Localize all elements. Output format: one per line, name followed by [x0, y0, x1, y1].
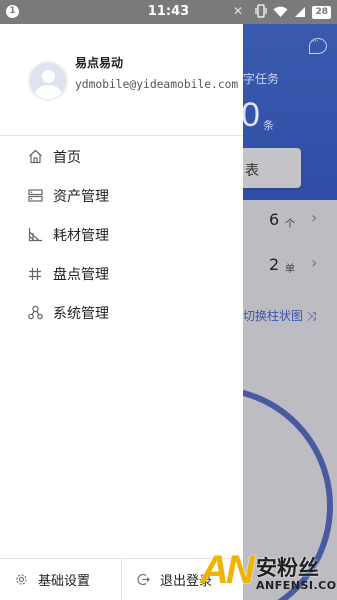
- status-icons: 28: [255, 3, 331, 22]
- background-task-text: 字任务: [243, 72, 280, 86]
- background-app: 字任务 0 条 表 6 个 › 2 单 › 切换柱状图 ⤨: [243, 24, 337, 600]
- settings-button[interactable]: 基础设置: [0, 559, 121, 600]
- signal-icon: [294, 3, 306, 22]
- background-switch-label: 切换柱状图: [243, 309, 304, 323]
- background-count: 0: [243, 96, 260, 134]
- menu-item-asset[interactable]: 资产管理: [0, 176, 243, 215]
- avatar[interactable]: [28, 61, 68, 101]
- background-card-label: 表: [245, 163, 259, 179]
- watermark: AN 安粉丝 ANFENSI.COM: [200, 548, 337, 600]
- chevron-right-icon: ›: [311, 253, 318, 272]
- wifi-icon: [273, 3, 288, 22]
- background-row-unit: 单: [285, 264, 295, 275]
- avatar-body: [35, 85, 62, 99]
- background-switch-chart: 切换柱状图 ⤨: [243, 307, 316, 324]
- user-profile[interactable]: 易点易动 ydmobile@yideamobile.com: [0, 24, 243, 136]
- background-row-value: 6: [269, 210, 280, 229]
- logout-icon: [136, 573, 150, 587]
- menu-item-label: 盘点管理: [53, 266, 109, 283]
- avatar-head: [42, 70, 55, 83]
- background-row: 2 单 ›: [243, 247, 337, 287]
- consumable-icon: [27, 227, 43, 243]
- drawer-menu: 首页 资产管理 耗材管理 盘点管理 系统管理: [0, 137, 243, 332]
- gear-icon: [14, 573, 28, 587]
- inventory-icon: [27, 266, 43, 282]
- chevron-right-icon: ›: [311, 208, 318, 227]
- menu-item-home[interactable]: 首页: [0, 137, 243, 176]
- background-row: 6 个 ›: [243, 202, 337, 242]
- user-email: ydmobile@yideamobile.com: [75, 78, 239, 91]
- background-count-unit: 条: [263, 119, 274, 132]
- watermark-en: ANFENSI.COM: [256, 579, 337, 592]
- menu-item-inventory[interactable]: 盘点管理: [0, 254, 243, 293]
- message-icon: [309, 37, 327, 54]
- background-row-value: 2: [269, 255, 280, 274]
- settings-label: 基础设置: [38, 574, 91, 589]
- menu-item-label: 首页: [53, 149, 81, 166]
- asset-icon: [27, 188, 43, 204]
- menu-item-label: 系统管理: [53, 305, 109, 322]
- battery-icon: 28: [312, 5, 331, 19]
- vibrate-icon: [255, 3, 268, 22]
- mute-icon: ✕: [233, 4, 244, 18]
- watermark-logo: AN: [200, 548, 255, 592]
- status-bar: 1 11:43 ✕ 28: [0, 0, 337, 24]
- background-row-unit: 个: [285, 219, 295, 230]
- user-name: 易点易动: [75, 56, 124, 70]
- menu-item-label: 资产管理: [53, 188, 109, 205]
- watermark-cn: 安粉丝: [256, 556, 319, 580]
- home-icon: [27, 149, 43, 165]
- background-card: 表: [243, 148, 301, 188]
- menu-item-system[interactable]: 系统管理: [0, 293, 243, 332]
- navigation-drawer: 易点易动 ydmobile@yideamobile.com 首页 资产管理 耗材…: [0, 24, 243, 600]
- menu-item-consumable[interactable]: 耗材管理: [0, 215, 243, 254]
- menu-item-label: 耗材管理: [53, 227, 109, 244]
- system-icon: [27, 305, 43, 321]
- shuffle-icon: ⤨: [306, 309, 317, 323]
